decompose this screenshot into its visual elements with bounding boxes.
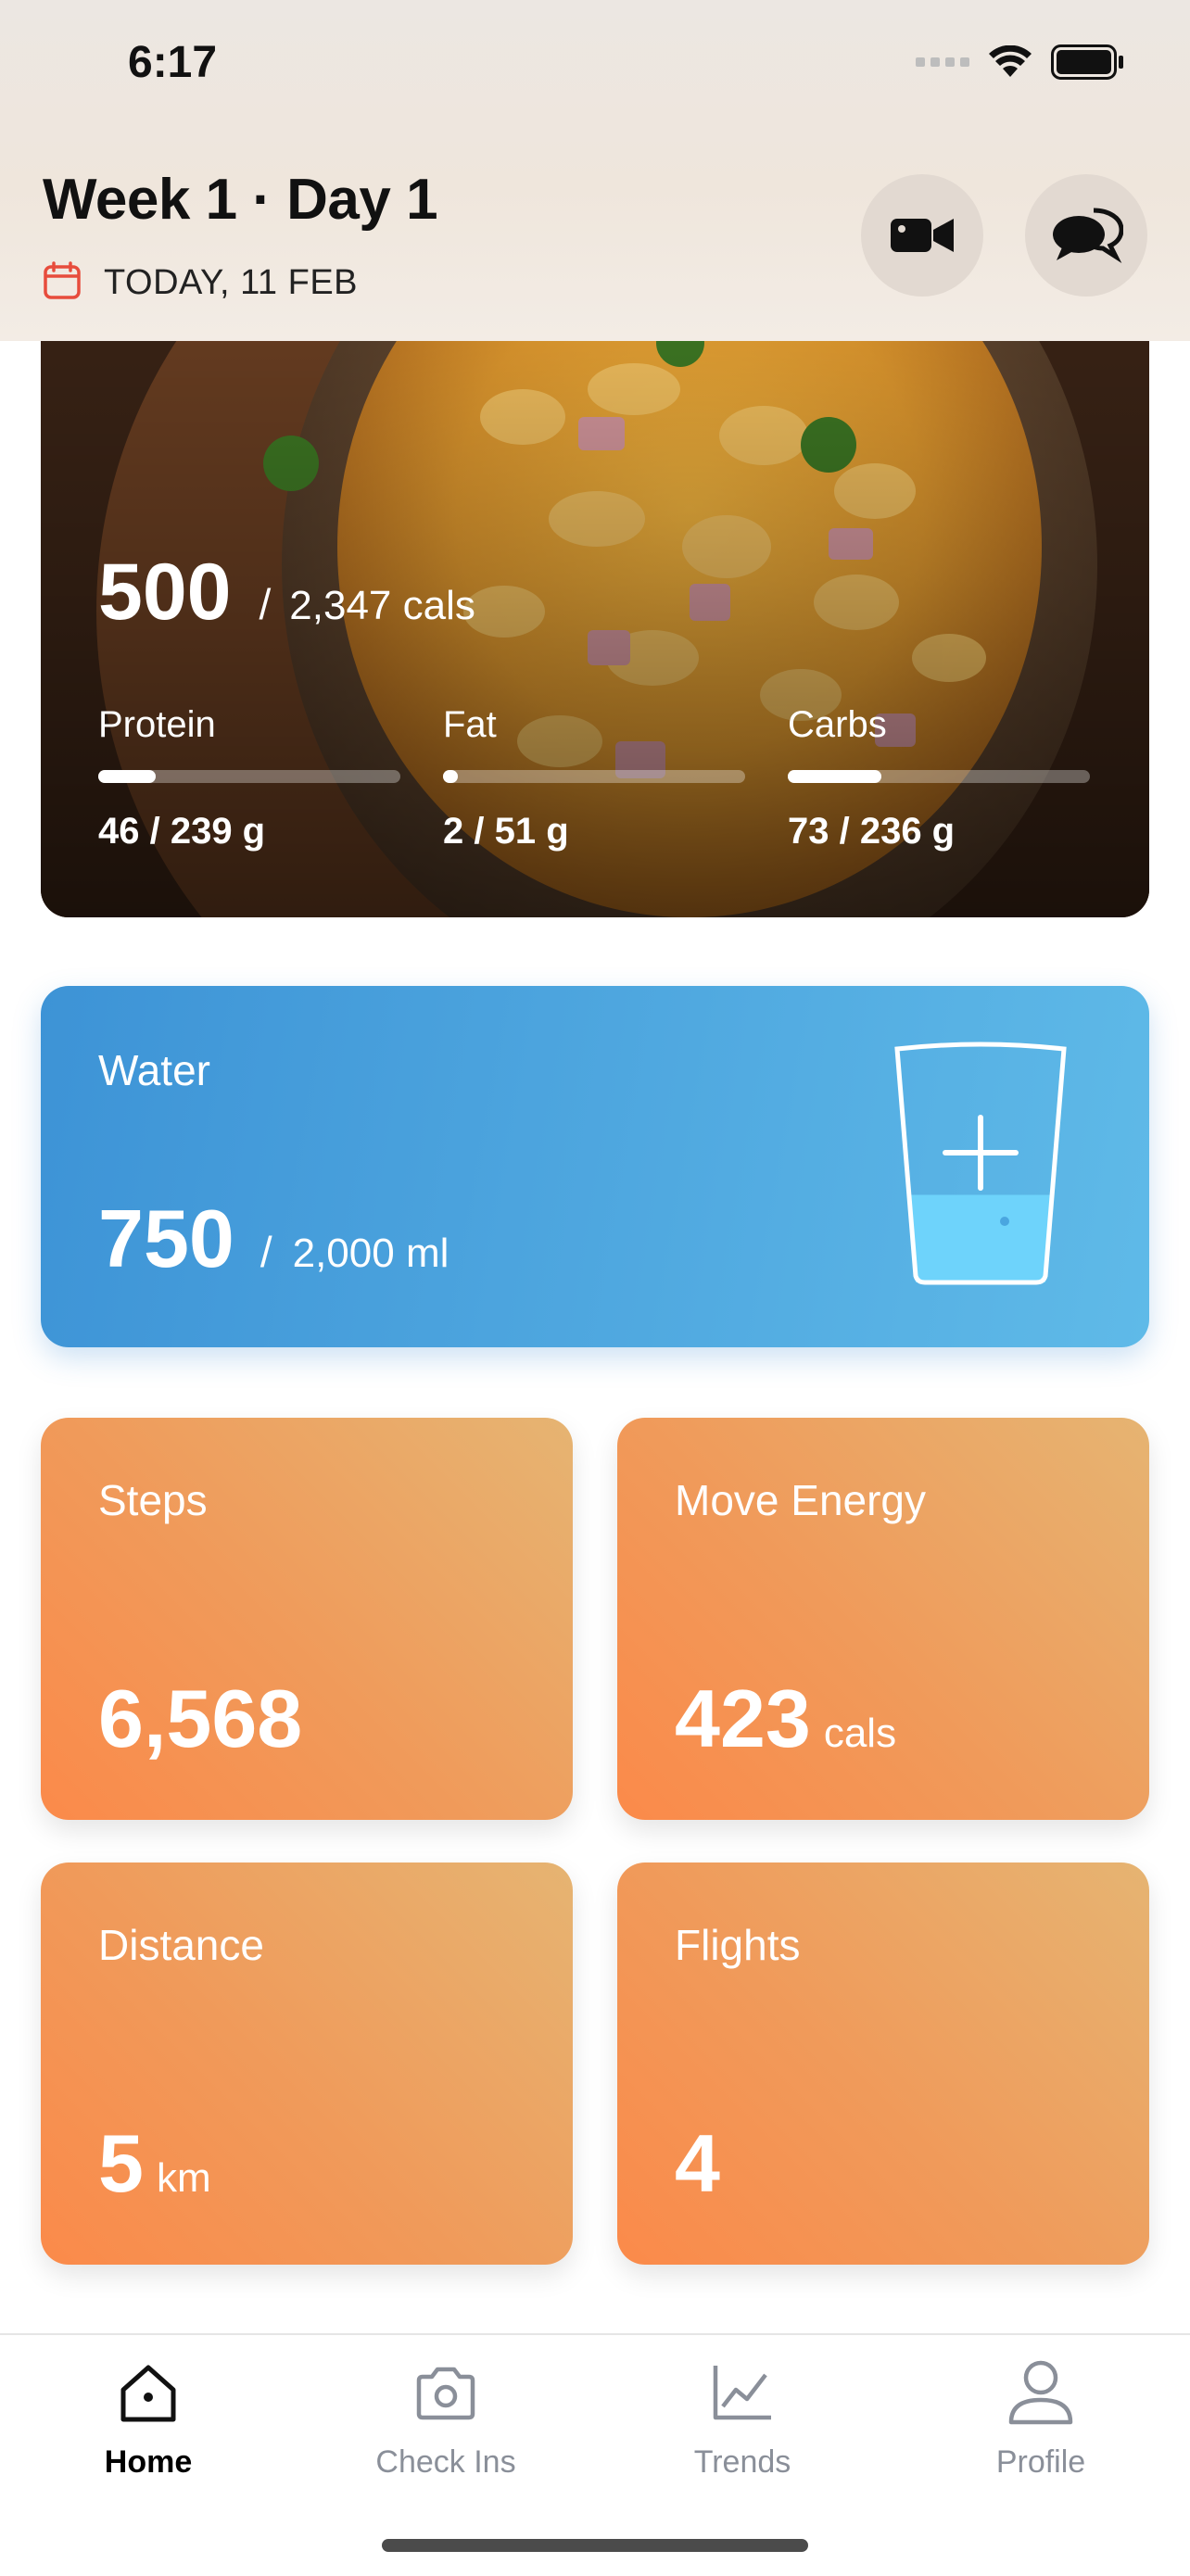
- macro-value: 2 / 51 g: [443, 811, 569, 852]
- macro-fat: Fat 2 / 51 g: [443, 704, 745, 852]
- calories-target: 2,347 cals: [289, 583, 475, 628]
- calories-row: 500 / 2,347 cals: [98, 547, 475, 638]
- macros: Protein 46 / 239 g Fat 2 / 51 g Carbs 73…: [98, 704, 1136, 852]
- battery-icon: [1051, 44, 1125, 80]
- video-call-button[interactable]: [861, 174, 983, 297]
- fat-progress-bar: [443, 770, 745, 783]
- status-icons: [916, 44, 1125, 80]
- wifi-icon: [988, 45, 1032, 79]
- status-time: 6:17: [128, 38, 218, 87]
- flights-value: 4: [675, 2117, 720, 2209]
- tab-check-ins[interactable]: Check Ins: [344, 2355, 548, 2481]
- protein-progress-bar: [98, 770, 400, 783]
- tab-label: Profile: [995, 2444, 1086, 2480]
- steps-value: 6,568: [98, 1673, 303, 1764]
- distance-label: Distance: [98, 1921, 264, 1969]
- calendar-icon: [43, 261, 82, 305]
- tab-label: Check Ins: [375, 2444, 516, 2480]
- date-row[interactable]: TODAY, 11 FEB: [43, 261, 358, 305]
- header: 6:17 Week 1 · Day 1 TODAY, 11 FEB: [0, 0, 1190, 341]
- distance-value-row: 5 km: [98, 2116, 211, 2211]
- meal-calories-card[interactable]: 500 / 2,347 cals Protein 46 / 239 g Fat …: [41, 306, 1149, 917]
- home-indicator[interactable]: [382, 2539, 808, 2552]
- steps-label: Steps: [98, 1476, 208, 1524]
- add-water-glass-icon[interactable]: [888, 1040, 1073, 1292]
- steps-value-row: 6,568: [98, 1672, 302, 1766]
- water-label: Water: [98, 1046, 210, 1094]
- chart-icon: [640, 2355, 844, 2430]
- move-energy-label: Move Energy: [675, 1476, 927, 1524]
- macro-value: 73 / 236 g: [788, 811, 956, 852]
- flights-label: Flights: [675, 1921, 801, 1969]
- distance-unit: km: [156, 2155, 211, 2201]
- carbs-progress-bar: [788, 770, 1090, 783]
- water-separator: /: [260, 1228, 272, 1276]
- macro-label: Protein: [98, 704, 216, 745]
- tab-profile[interactable]: Profile: [939, 2355, 1143, 2481]
- flights-value-row: 4: [675, 2116, 720, 2211]
- chat-bubbles-icon: [1053, 208, 1123, 264]
- home-icon: [46, 2355, 250, 2430]
- macro-value: 46 / 239 g: [98, 811, 266, 852]
- move-energy-unit: cals: [823, 1711, 897, 1756]
- video-camera-icon: [891, 219, 954, 252]
- macro-label: Carbs: [788, 704, 887, 745]
- signal-icon: [916, 57, 969, 67]
- chat-button[interactable]: [1025, 174, 1147, 297]
- steps-card[interactable]: Steps 6,568: [41, 1418, 573, 1820]
- person-icon: [939, 2355, 1143, 2430]
- tab-home[interactable]: Home: [46, 2355, 250, 2481]
- camera-icon: [344, 2355, 548, 2430]
- move-energy-value-row: 423 cals: [675, 1672, 896, 1766]
- macro-carbs: Carbs 73 / 236 g: [788, 704, 1090, 852]
- tab-trends[interactable]: Trends: [640, 2355, 844, 2481]
- flights-card[interactable]: Flights 4: [617, 1863, 1149, 2265]
- water-consumed: 750: [98, 1193, 234, 1284]
- macro-protein: Protein 46 / 239 g: [98, 704, 400, 852]
- distance-card[interactable]: Distance 5 km: [41, 1863, 573, 2265]
- water-value-row: 750 / 2,000 ml: [98, 1192, 449, 1286]
- tab-label: Home: [104, 2444, 193, 2480]
- water-card[interactable]: Water 750 / 2,000 ml: [41, 986, 1149, 1347]
- date-label: TODAY, 11 FEB: [104, 263, 359, 302]
- page-title: Week 1 · Day 1: [43, 168, 438, 232]
- macro-label: Fat: [443, 704, 497, 745]
- calories-consumed: 500: [98, 548, 232, 637]
- move-energy-card[interactable]: Move Energy 423 cals: [617, 1418, 1149, 1820]
- calories-separator: /: [259, 580, 272, 628]
- move-energy-value: 423: [675, 1673, 811, 1764]
- water-target: 2,000 ml: [292, 1231, 449, 1276]
- tab-label: Trends: [693, 2444, 791, 2480]
- distance-value: 5: [98, 2117, 144, 2209]
